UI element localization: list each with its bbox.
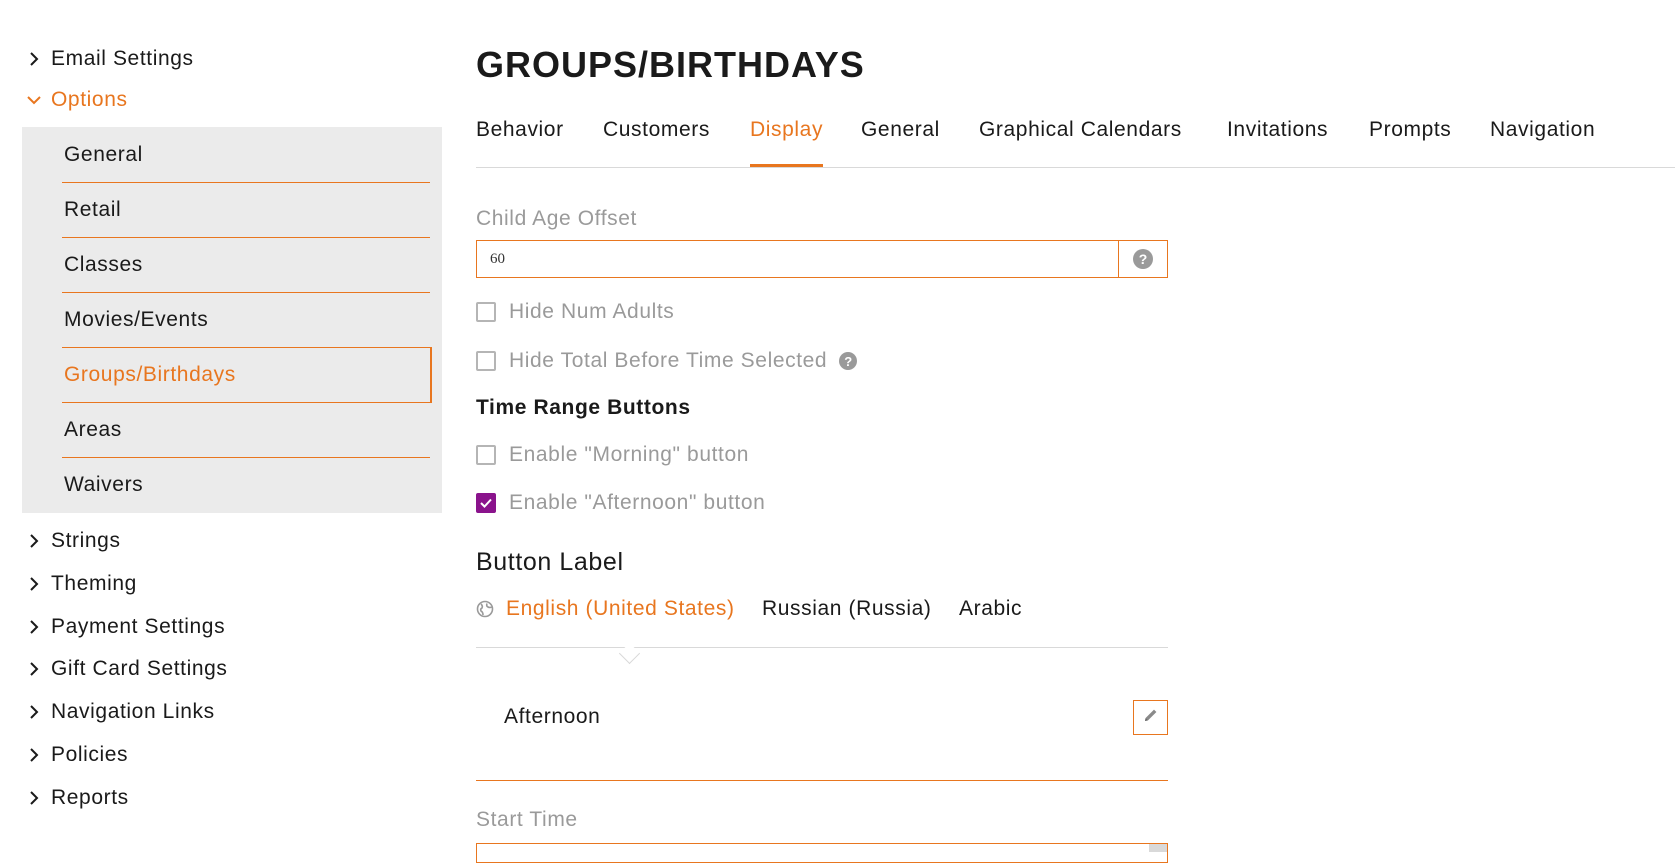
chevron-right-icon xyxy=(26,661,42,677)
tab-general[interactable]: General xyxy=(861,110,940,167)
globe-icon xyxy=(476,600,494,618)
enable-morning-option[interactable]: Enable "Morning" button xyxy=(476,443,749,467)
submenu-item-label: Retail xyxy=(64,197,122,221)
tab-graphical-calendars[interactable]: Graphical Calendars xyxy=(979,110,1182,167)
submenu-item-areas[interactable]: Areas xyxy=(62,402,430,458)
lang-tab-label: English (United States) xyxy=(506,597,735,620)
tab-navigation[interactable]: Navigation xyxy=(1490,110,1595,167)
chevron-right-icon xyxy=(26,747,42,763)
sidebar-item-label: Policies xyxy=(51,743,129,766)
submenu-item-label: General xyxy=(64,142,143,166)
submenu-item-classes[interactable]: Classes xyxy=(62,237,430,293)
sidebar-item-label: Gift Card Settings xyxy=(51,657,228,680)
button-label-value: Afternoon xyxy=(504,705,601,728)
child-age-offset-input[interactable] xyxy=(477,241,1118,277)
tab-behavior[interactable]: Behavior xyxy=(476,110,564,167)
enable-afternoon-label: Enable "Afternoon" button xyxy=(509,491,766,514)
sidebar-item-options[interactable]: Options xyxy=(0,82,128,118)
sidebar-item-label: Strings xyxy=(51,529,121,552)
sidebar-item-theming[interactable]: Theming xyxy=(0,566,137,602)
tab-prompts[interactable]: Prompts xyxy=(1369,110,1451,167)
submenu-item-groups-birthdays[interactable]: Groups/Birthdays xyxy=(62,347,432,403)
submenu-item-waivers[interactable]: Waivers xyxy=(62,457,430,512)
active-tab-caret xyxy=(618,642,641,665)
chevron-right-icon xyxy=(26,704,42,720)
hide-total-before-time-label: Hide Total Before Time Selected xyxy=(509,349,828,372)
chevron-right-icon xyxy=(26,790,42,806)
child-age-offset-help[interactable]: ? xyxy=(1118,241,1167,277)
enable-afternoon-checkbox[interactable] xyxy=(476,493,496,513)
enable-afternoon-option[interactable]: Enable "Afternoon" button xyxy=(476,491,765,515)
sidebar-item-navigation-links[interactable]: Navigation Links xyxy=(0,694,215,730)
submenu-item-label: Movies/Events xyxy=(64,307,209,331)
enable-morning-label: Enable "Morning" button xyxy=(509,443,750,466)
sidebar-item-label: Theming xyxy=(51,572,137,595)
page-title: GROUPS/BIRTHDAYS xyxy=(476,44,865,85)
hide-num-adults-option[interactable]: Hide Num Adults xyxy=(476,300,674,324)
sidebar-item-email-settings[interactable]: Email Settings xyxy=(0,41,194,77)
lang-tab-russian[interactable]: Russian (Russia) xyxy=(762,597,931,621)
enable-morning-checkbox[interactable] xyxy=(476,445,496,465)
child-age-offset-field: ? xyxy=(476,240,1168,278)
sidebar-item-label: Reports xyxy=(51,786,129,809)
checkmark-icon xyxy=(480,498,492,508)
chevron-right-icon xyxy=(26,51,42,67)
sidebar-item-label: Email Settings xyxy=(51,47,194,70)
options-submenu: General Retail Classes Movies/Events Gro… xyxy=(22,127,442,513)
hide-total-before-time-option[interactable]: Hide Total Before Time Selected ? xyxy=(476,349,858,373)
sidebar-item-payment-settings[interactable]: Payment Settings xyxy=(0,609,225,645)
edit-button[interactable] xyxy=(1133,700,1168,735)
submenu-item-movies-events[interactable]: Movies/Events xyxy=(62,292,430,348)
time-range-buttons-heading: Time Range Buttons xyxy=(476,396,691,419)
tab-invitations[interactable]: Invitations xyxy=(1227,110,1328,167)
tab-customers[interactable]: Customers xyxy=(603,110,710,167)
hide-num-adults-checkbox[interactable] xyxy=(476,302,496,322)
sidebar-item-label: Payment Settings xyxy=(51,615,226,638)
button-label-heading: Button Label xyxy=(476,548,624,576)
sidebar-item-label: Navigation Links xyxy=(51,700,215,723)
chevron-right-icon xyxy=(26,576,42,592)
pencil-icon xyxy=(1143,707,1159,728)
child-age-offset-label: Child Age Offset xyxy=(476,207,637,230)
chevron-down-icon xyxy=(26,92,42,108)
settings-tabs: Behavior Customers Display General Graph… xyxy=(476,110,1675,168)
tab-display[interactable]: Display xyxy=(750,110,824,167)
question-circle-icon: ? xyxy=(1133,249,1153,269)
question-circle-icon[interactable]: ? xyxy=(839,352,858,370)
lang-tab-arabic[interactable]: Arabic xyxy=(959,597,1022,621)
sidebar-item-reports[interactable]: Reports xyxy=(0,780,129,816)
start-time-field[interactable] xyxy=(476,843,1168,863)
hide-total-before-time-checkbox[interactable] xyxy=(476,351,496,371)
sidebar-item-policies[interactable]: Policies xyxy=(0,737,128,773)
start-time-label: Start Time xyxy=(476,808,578,831)
submenu-item-general[interactable]: General xyxy=(62,127,430,183)
lang-tab-english-us[interactable]: English (United States) xyxy=(476,597,735,621)
button-label-row: Afternoon xyxy=(476,680,1168,781)
chevron-right-icon xyxy=(26,619,42,635)
submenu-item-label: Groups/Birthdays xyxy=(64,362,236,386)
submenu-item-retail[interactable]: Retail xyxy=(62,182,430,238)
submenu-item-label: Waivers xyxy=(64,472,144,496)
sidebar-item-strings[interactable]: Strings xyxy=(0,523,121,559)
hide-num-adults-label: Hide Num Adults xyxy=(509,300,675,323)
submenu-item-label: Classes xyxy=(64,252,143,276)
language-tabs: English (United States) Russian (Russia)… xyxy=(476,597,1168,665)
chevron-right-icon xyxy=(26,533,42,549)
sidebar-item-gift-card-settings[interactable]: Gift Card Settings xyxy=(0,651,228,687)
submenu-item-label: Areas xyxy=(64,417,122,441)
sidebar-item-label: Options xyxy=(51,88,128,111)
